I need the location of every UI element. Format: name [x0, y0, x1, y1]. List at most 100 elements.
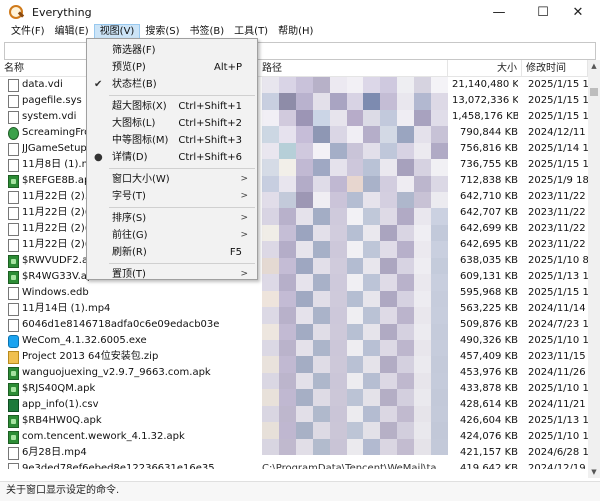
view-menu-item[interactable]: 排序(S) >	[88, 210, 256, 227]
view-menu-shortcut: Ctrl+Shift+1	[178, 101, 242, 112]
file-size: 642,710 KB	[460, 191, 518, 202]
mosaic-tile	[431, 126, 448, 143]
mosaic-tile	[397, 142, 415, 160]
file-size: 642,699 KB	[460, 223, 518, 234]
doc-icon	[8, 190, 19, 204]
mosaic-tile	[312, 290, 330, 308]
mosaic-tile	[346, 323, 364, 340]
view-menu-item[interactable]: 前往(G) >	[88, 227, 256, 244]
mosaic-tile	[363, 339, 381, 357]
scroll-down-icon[interactable]: ▼	[588, 466, 600, 478]
mosaic-tile	[329, 175, 347, 193]
mosaic-tile	[346, 175, 364, 193]
mosaic-tile	[363, 224, 381, 242]
column-header-size[interactable]: 大小	[448, 60, 522, 77]
file-name: 11月22日 (2)(1	[22, 207, 96, 218]
view-menu-shortcut: Ctrl+Shift+2	[178, 118, 242, 129]
scroll-thumb[interactable]	[590, 88, 598, 96]
apk-icon	[8, 270, 19, 284]
mosaic-tile	[397, 356, 415, 373]
view-menu-item-label: 刷新(R)	[112, 247, 147, 258]
mosaic-tile	[346, 208, 364, 225]
close-icon[interactable]: ✕	[556, 0, 600, 24]
mosaic-tile	[397, 274, 415, 291]
mosaic-tile	[278, 323, 296, 340]
apk-icon	[8, 382, 19, 396]
mosaic-tile	[262, 389, 279, 406]
mosaic-tile	[262, 257, 279, 275]
mosaic-tile	[312, 224, 330, 242]
file-name-cell: 6046d1e8146718adfa0c6e09edacb03e	[8, 317, 258, 333]
mosaic-tile	[262, 339, 279, 357]
mosaic-tile	[295, 323, 313, 340]
mosaic-tile	[414, 438, 432, 455]
file-date: 2024/11/21 1	[528, 399, 588, 410]
mosaic-tile	[363, 372, 381, 390]
file-date: 2024/12/19 1	[528, 463, 588, 469]
view-menu-item[interactable]: 窗口大小(W) >	[88, 171, 256, 188]
mosaic-tile	[262, 307, 279, 324]
view-menu-item[interactable]: 大图标(L) Ctrl+Shift+2	[88, 115, 256, 132]
mosaic-tile	[380, 142, 398, 160]
mosaic-tile	[312, 389, 330, 406]
view-menu-item[interactable]: 字号(T) >	[88, 188, 256, 205]
file-row[interactable]: 9e3ded78ef6ebed8e12236631e16e35 C:\Progra…	[0, 461, 588, 469]
mosaic-tile	[312, 339, 330, 357]
file-date: 2023/11/22 1	[528, 191, 588, 202]
column-header-path[interactable]: 路径	[258, 60, 448, 77]
mosaic-tile	[363, 307, 381, 324]
file-date: 2025/1/9 18:	[528, 175, 588, 186]
file-date: 2023/11/22 1	[528, 239, 588, 250]
menu-item[interactable]: 文件(F)	[6, 24, 50, 40]
mosaic-tile	[278, 208, 296, 225]
file-size: 426,604 KB	[460, 415, 518, 426]
file-size: 642,695 KB	[460, 239, 518, 250]
doc-icon	[8, 222, 19, 236]
mosaic-tile	[431, 372, 448, 390]
scroll-up-icon[interactable]: ▲	[588, 60, 600, 72]
file-size: 419,642 KB	[460, 463, 518, 469]
file-size: 595,968 KB	[460, 287, 518, 298]
view-menu-item[interactable]: 刷新(R) F5	[88, 244, 256, 261]
mosaic-tile	[380, 372, 398, 390]
mosaic-tile	[380, 208, 398, 225]
mosaic-tile	[329, 241, 347, 258]
view-menu-item[interactable]: ✔ 状态栏(B)	[88, 76, 256, 93]
view-menu-item[interactable]: 超大图标(X) Ctrl+Shift+1	[88, 98, 256, 115]
mosaic-tile	[295, 422, 313, 439]
mosaic-tile	[414, 241, 432, 258]
mosaic-tile	[397, 389, 415, 406]
file-size: 609,131 KB	[460, 271, 518, 282]
mosaic-tile	[262, 208, 279, 225]
column-header-date[interactable]: 修改时间	[522, 60, 588, 77]
file-size: 453,976 KB	[460, 367, 518, 378]
minimize-icon[interactable]: —	[477, 0, 521, 24]
view-menu-item[interactable]: 置顶(T) >	[88, 266, 256, 283]
view-menu-item-label: 排序(S)	[112, 213, 147, 224]
view-menu-item[interactable]: ● 详情(D) Ctrl+Shift+6	[88, 149, 256, 166]
file-path: C:\ProgramData\Tencent\WeMail\ta	[262, 463, 437, 469]
mosaic-tile	[262, 274, 279, 291]
vertical-scrollbar[interactable]: ▲ ▼	[588, 60, 600, 478]
mosaic-tile	[397, 224, 415, 242]
mosaic-tile	[363, 241, 381, 258]
mosaic-tile	[312, 126, 330, 143]
mosaic-tile	[431, 274, 448, 291]
mosaic-tile	[397, 372, 415, 390]
file-date: 2025/1/15 12	[528, 287, 588, 298]
file-date: 2023/11/22 1	[528, 207, 588, 218]
mosaic-tile	[414, 208, 432, 225]
mosaic-tile	[346, 290, 364, 308]
view-menu-item[interactable]: 中等图标(M) Ctrl+Shift+3	[88, 132, 256, 149]
view-menu-item[interactable]: 筛选器(F)	[88, 42, 256, 59]
mosaic-tile	[346, 109, 364, 127]
mosaic-tile	[312, 323, 330, 340]
mosaic-tile	[363, 290, 381, 308]
status-bar: 关于窗口显示设定的命令.	[0, 481, 600, 501]
mosaic-tile	[262, 323, 279, 340]
view-menu-item[interactable]: 预览(P) Alt+P	[88, 59, 256, 76]
menu-item[interactable]: 帮助(H)	[273, 24, 318, 40]
mosaic-tile	[380, 422, 398, 439]
frog-icon	[8, 126, 19, 140]
mosaic-tile	[414, 257, 432, 275]
